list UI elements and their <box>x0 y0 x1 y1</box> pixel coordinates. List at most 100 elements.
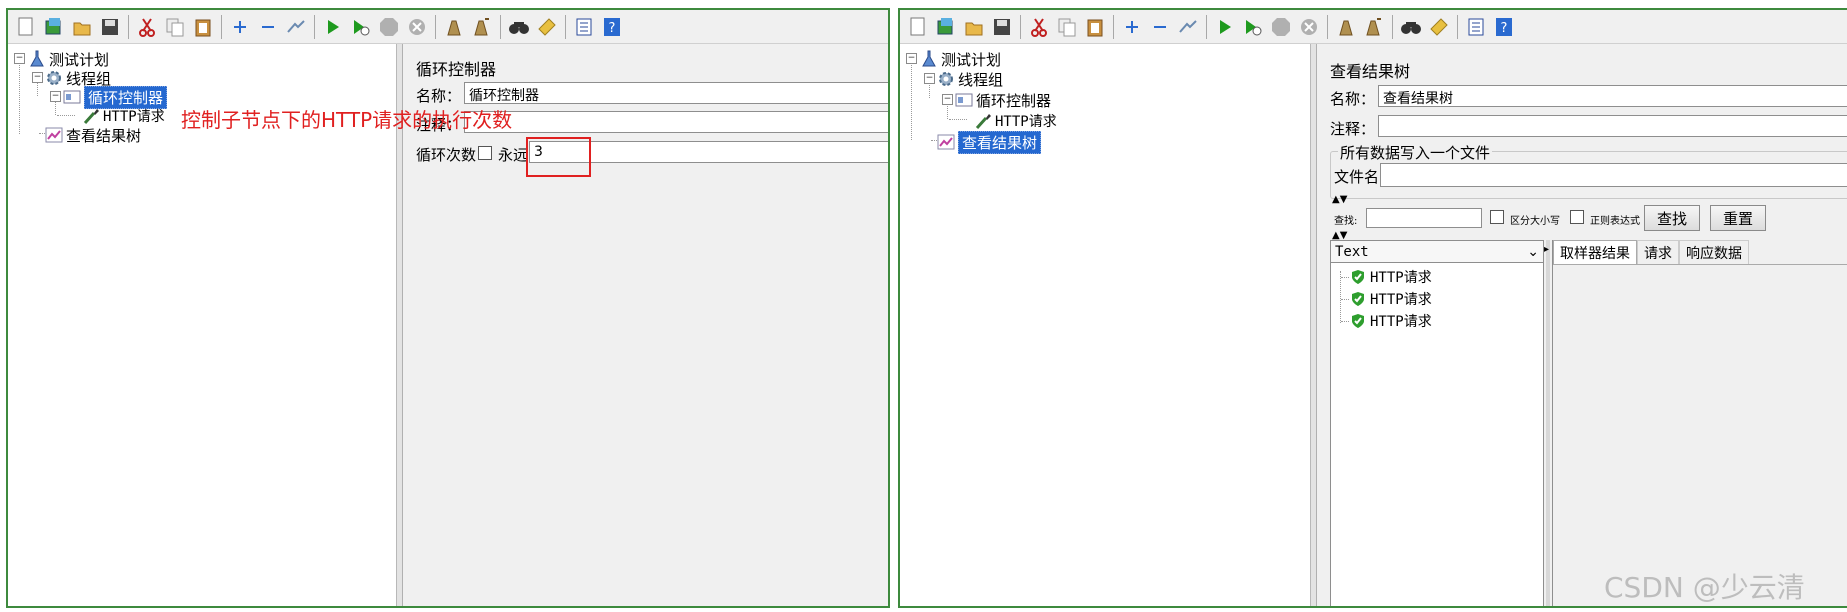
tree-node-thread-group[interactable]: 线程组 <box>937 69 1003 89</box>
help-icon[interactable]: ? <box>600 15 624 39</box>
pipette-icon <box>82 107 100 125</box>
annotation-text: 控制子节点下的HTTP请求的执行次数 <box>181 108 513 132</box>
result-item-label: HTTP请求 <box>1370 314 1432 330</box>
toolbar-separator <box>500 14 501 39</box>
templates-icon[interactable] <box>934 15 958 39</box>
tab-sampler-result[interactable]: 取样器结果 <box>1553 240 1637 264</box>
toggle-icon[interactable] <box>284 15 308 39</box>
new-icon[interactable] <box>14 15 38 39</box>
tree-node-test-plan[interactable]: 测试计划 <box>28 49 109 69</box>
paste-icon[interactable] <box>191 15 215 39</box>
watermark: CSDN @少云清 <box>1604 571 1805 604</box>
tree-node-loop-controller[interactable]: 循环控制器 <box>63 85 168 109</box>
result-item[interactable]: HTTP请求 <box>1349 289 1432 309</box>
reset-search-icon[interactable] <box>535 15 559 39</box>
open-icon[interactable] <box>962 15 986 39</box>
start-icon[interactable] <box>321 15 345 39</box>
find-button[interactable]: 查找 <box>1644 205 1700 231</box>
stop-icon[interactable] <box>1269 15 1293 39</box>
split-pane-divider[interactable] <box>1311 44 1317 606</box>
copy-icon[interactable] <box>163 15 187 39</box>
result-item-label: HTTP请求 <box>1370 292 1432 308</box>
toolbar-separator <box>314 14 315 39</box>
toolbar-separator <box>221 14 222 39</box>
tree-connector <box>1341 321 1349 322</box>
tree-node-test-plan[interactable]: 测试计划 <box>920 49 1001 69</box>
gear-icon <box>45 69 63 87</box>
search-input[interactable] <box>1366 208 1482 228</box>
name-field[interactable]: 循环控制器 <box>464 82 888 104</box>
result-item[interactable]: HTTP请求 <box>1349 267 1432 287</box>
collapse-toggle[interactable]: − <box>32 72 43 83</box>
toggle-icon[interactable] <box>1176 15 1200 39</box>
tree-node-label: 测试计划 <box>941 50 1002 69</box>
save-icon[interactable] <box>990 15 1014 39</box>
clear-icon[interactable] <box>442 15 466 39</box>
function-helper-icon[interactable] <box>572 15 596 39</box>
stop-icon[interactable] <box>377 15 401 39</box>
collapse-arrows-icon[interactable]: ▲▼ <box>1332 194 1347 205</box>
graph-icon <box>45 126 63 144</box>
tree-node-http-request[interactable]: HTTP请求 <box>82 106 165 126</box>
renderer-select[interactable]: Text ⌄ <box>1331 241 1543 263</box>
start-no-pause-icon[interactable] <box>1241 15 1265 39</box>
regex-checkbox[interactable] <box>1570 210 1584 224</box>
tab-response-data[interactable]: 响应数据 <box>1679 240 1749 264</box>
success-shield-icon <box>1349 290 1367 308</box>
results-splitter[interactable] <box>1546 240 1550 606</box>
regex-label: 正则表达式 <box>1590 216 1640 227</box>
comment-field[interactable] <box>1378 115 1847 137</box>
tree-node-view-results-tree[interactable]: 查看结果树 <box>45 125 141 145</box>
tree-node-loop-controller[interactable]: 循环控制器 <box>955 90 1051 110</box>
templates-icon[interactable] <box>42 15 66 39</box>
forever-checkbox[interactable] <box>478 146 492 160</box>
expand-icon[interactable] <box>1120 15 1144 39</box>
comment-field[interactable] <box>464 111 888 133</box>
name-field[interactable]: 查看结果树 <box>1378 85 1847 107</box>
tree-connector <box>1341 277 1349 278</box>
copy-icon[interactable] <box>1055 15 1079 39</box>
toolbar-separator <box>1206 14 1207 39</box>
search-icon[interactable] <box>1399 15 1423 39</box>
shutdown-icon[interactable] <box>1297 15 1321 39</box>
page-title: 查看结果树 <box>1330 62 1411 81</box>
start-no-pause-icon[interactable] <box>349 15 373 39</box>
reset-button[interactable]: 重置 <box>1710 205 1766 231</box>
function-helper-icon[interactable] <box>1464 15 1488 39</box>
toolbar-separator <box>1327 14 1328 39</box>
shutdown-icon[interactable] <box>405 15 429 39</box>
collapse-toggle[interactable]: − <box>14 53 25 64</box>
collapse-toggle[interactable]: − <box>906 53 917 64</box>
reset-search-icon[interactable] <box>1427 15 1451 39</box>
cut-icon[interactable] <box>135 15 159 39</box>
collapse-toggle[interactable]: − <box>942 94 953 105</box>
paste-icon[interactable] <box>1083 15 1107 39</box>
result-item[interactable]: HTTP请求 <box>1349 311 1432 331</box>
filename-field[interactable] <box>1380 163 1847 187</box>
case-sensitive-checkbox[interactable] <box>1490 210 1504 224</box>
search-icon[interactable] <box>507 15 531 39</box>
open-icon[interactable] <box>70 15 94 39</box>
tab-request[interactable]: 请求 <box>1637 240 1679 264</box>
clear-icon[interactable] <box>1334 15 1358 39</box>
collapse-toggle[interactable]: − <box>50 91 61 102</box>
new-icon[interactable] <box>906 15 930 39</box>
detail-tabs: 取样器结果 请求 响应数据 <box>1553 240 1847 265</box>
test-plan-icon <box>28 50 46 68</box>
help-icon[interactable]: ? <box>1492 15 1516 39</box>
tree-node-view-results-tree[interactable]: 查看结果树 <box>937 130 1042 154</box>
clear-all-icon[interactable] <box>470 15 494 39</box>
toolbar-separator <box>1457 14 1458 39</box>
tree-node-http-request[interactable]: HTTP请求 <box>974 111 1057 131</box>
toolbar-separator <box>1113 14 1114 39</box>
save-icon[interactable] <box>98 15 122 39</box>
start-icon[interactable] <box>1213 15 1237 39</box>
cut-icon[interactable] <box>1027 15 1051 39</box>
collapse-toggle[interactable]: − <box>924 73 935 84</box>
expand-icon[interactable] <box>228 15 252 39</box>
collapse-icon[interactable] <box>256 15 280 39</box>
expand-arrow-icon[interactable]: ▸ <box>1544 244 1549 255</box>
clear-all-icon[interactable] <box>1362 15 1386 39</box>
tree-node-label: 循环控制器 <box>976 91 1052 110</box>
collapse-icon[interactable] <box>1148 15 1172 39</box>
